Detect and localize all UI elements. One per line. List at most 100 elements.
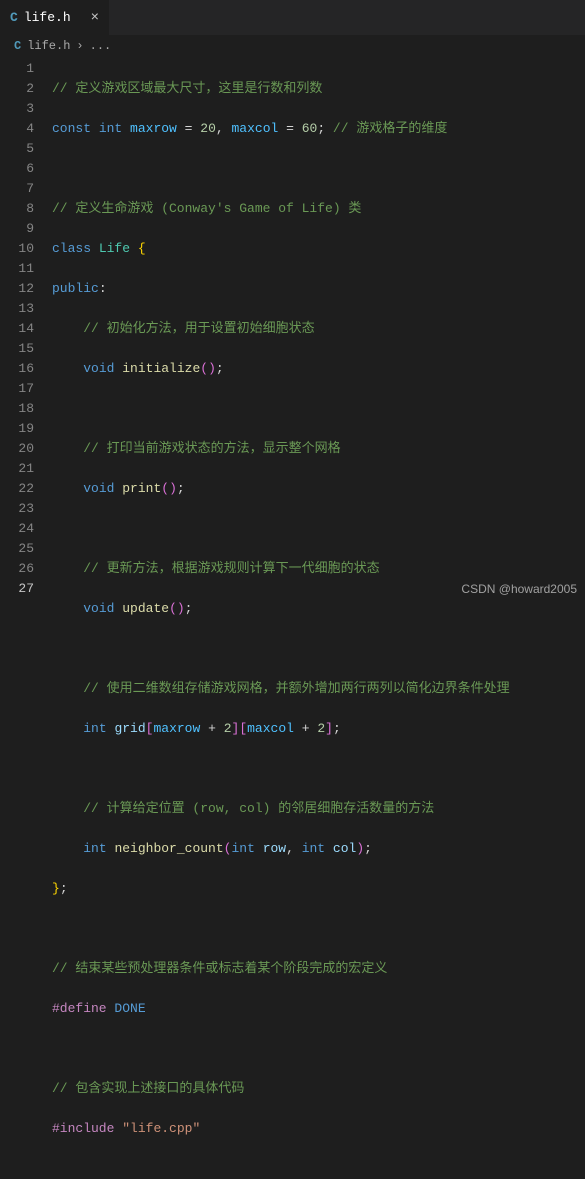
code-text: grid xyxy=(114,721,145,736)
breadcrumb-trail: ... xyxy=(90,39,112,53)
code-text: int xyxy=(99,121,122,136)
code-area[interactable]: // 定义游戏区域最大尺寸，这里是行数和列数 const int maxrow … xyxy=(52,57,585,600)
code-text: int xyxy=(231,841,254,856)
code-text: print xyxy=(122,481,161,496)
code-text: [ xyxy=(239,721,247,736)
line-number: 16 xyxy=(0,359,34,379)
code-text: } xyxy=(52,881,60,896)
line-number: 15 xyxy=(0,339,34,359)
line-number: 23 xyxy=(0,499,34,519)
code-text: ( xyxy=(224,841,232,856)
code-text: maxrow xyxy=(130,121,177,136)
c-file-icon: C xyxy=(10,10,18,25)
code-text: maxrow xyxy=(153,721,200,736)
line-number: 21 xyxy=(0,459,34,479)
code-text: DONE xyxy=(114,1001,145,1016)
line-number: 27 xyxy=(0,579,34,599)
code-text: ) xyxy=(356,841,364,856)
line-number: 7 xyxy=(0,179,34,199)
code-text: int xyxy=(302,841,325,856)
code-text: ; xyxy=(317,121,325,136)
code-text: ] xyxy=(325,721,333,736)
code-text: [ xyxy=(146,721,154,736)
line-number: 25 xyxy=(0,539,34,559)
code-text: int xyxy=(83,841,106,856)
code-text: maxcol xyxy=(247,721,294,736)
code-text: ] xyxy=(232,721,240,736)
code-text: + xyxy=(294,721,317,736)
code-text: // 定义生命游戏 (Conway's Game of Life) 类 xyxy=(52,201,361,216)
line-number: 6 xyxy=(0,159,34,179)
code-text: #define xyxy=(52,1001,107,1016)
code-text: ; xyxy=(60,881,68,896)
line-number: 4 xyxy=(0,119,34,139)
line-number: 12 xyxy=(0,279,34,299)
line-number: 22 xyxy=(0,479,34,499)
line-number-gutter: 1234567891011121314151617181920212223242… xyxy=(0,57,52,600)
code-text: ; xyxy=(364,841,372,856)
code-text: row xyxy=(263,841,286,856)
line-number: 2 xyxy=(0,79,34,99)
code-text: int xyxy=(83,721,106,736)
c-file-icon: C xyxy=(14,39,21,53)
code-text: // 初始化方法，用于设置初始细胞状态 xyxy=(83,321,314,336)
code-text: () xyxy=(200,361,216,376)
code-text: ; xyxy=(185,601,193,616)
line-number: 26 xyxy=(0,559,34,579)
code-editor[interactable]: 1234567891011121314151617181920212223242… xyxy=(0,57,585,600)
code-text: , xyxy=(286,841,302,856)
line-number: 10 xyxy=(0,239,34,259)
tab-label: life.h xyxy=(24,10,71,25)
code-text: "life.cpp" xyxy=(122,1121,200,1136)
code-text: col xyxy=(333,841,356,856)
code-text: maxcol xyxy=(231,121,278,136)
code-text: void xyxy=(83,361,114,376)
code-text: // 包含实现上述接口的具体代码 xyxy=(52,1081,244,1096)
code-text: // 更新方法，根据游戏规则计算下一代细胞的状态 xyxy=(83,561,379,576)
tab-bar: C life.h × xyxy=(0,0,585,35)
breadcrumb[interactable]: C life.h › ... xyxy=(0,35,585,57)
code-text: = xyxy=(177,121,200,136)
code-text: const xyxy=(52,121,91,136)
code-text: ; xyxy=(333,721,341,736)
code-text: { xyxy=(130,241,146,256)
line-number: 24 xyxy=(0,519,34,539)
code-text: class xyxy=(52,241,91,256)
code-text: neighbor_count xyxy=(114,841,223,856)
code-text: // 计算给定位置 (row, col) 的邻居细胞存活数量的方法 xyxy=(83,801,434,816)
tab-life-h[interactable]: C life.h × xyxy=(0,0,110,35)
line-number: 20 xyxy=(0,439,34,459)
line-number: 1 xyxy=(0,59,34,79)
code-text: // 定义游戏区域最大尺寸，这里是行数和列数 xyxy=(52,81,322,96)
code-text: // 结束某些预处理器条件或标志着某个阶段完成的宏定义 xyxy=(52,961,387,976)
chevron-right-icon: › xyxy=(76,39,83,53)
code-text: initialize xyxy=(122,361,200,376)
code-text: 2 xyxy=(317,721,325,736)
code-text: 60 xyxy=(302,121,318,136)
code-text: public xyxy=(52,281,99,296)
line-number: 5 xyxy=(0,139,34,159)
code-text: // 游戏格子的维度 xyxy=(325,121,447,136)
code-text: update xyxy=(122,601,169,616)
line-number: 18 xyxy=(0,399,34,419)
code-text: () xyxy=(161,481,177,496)
code-text: ; xyxy=(177,481,185,496)
watermark: CSDN @howard2005 xyxy=(461,582,577,596)
code-text: Life xyxy=(99,241,130,256)
code-text: : xyxy=(99,281,107,296)
code-text: 20 xyxy=(200,121,216,136)
code-text: void xyxy=(83,481,114,496)
line-number: 8 xyxy=(0,199,34,219)
code-text: #include xyxy=(52,1121,114,1136)
code-text: + xyxy=(200,721,223,736)
code-text: = xyxy=(278,121,301,136)
code-text: , xyxy=(216,121,232,136)
code-text: void xyxy=(83,601,114,616)
breadcrumb-file: life.h xyxy=(27,39,70,53)
line-number: 13 xyxy=(0,299,34,319)
line-number: 19 xyxy=(0,419,34,439)
close-icon[interactable]: × xyxy=(91,11,99,25)
code-text: 2 xyxy=(224,721,232,736)
code-text: () xyxy=(169,601,185,616)
line-number: 9 xyxy=(0,219,34,239)
